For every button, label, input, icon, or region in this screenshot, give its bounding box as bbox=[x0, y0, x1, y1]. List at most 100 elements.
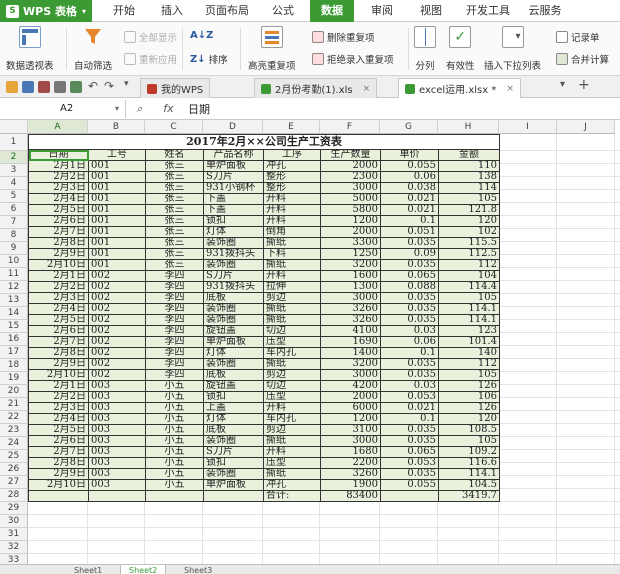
table-cell[interactable]: 2月8日 bbox=[28, 457, 89, 469]
table-cell[interactable]: 小五 bbox=[145, 479, 204, 491]
table-cell[interactable]: 002 bbox=[88, 358, 146, 370]
table-cell[interactable]: 114 bbox=[438, 182, 500, 194]
menu-tab[interactable]: 插入 bbox=[152, 0, 192, 22]
table-cell[interactable]: 002 bbox=[88, 292, 146, 304]
table-cell[interactable]: 0.021 bbox=[380, 402, 439, 414]
table-cell[interactable]: 小五 bbox=[145, 402, 204, 414]
column-title-cell[interactable]: 金额 bbox=[438, 149, 500, 161]
table-cell[interactable]: 2月3日 bbox=[28, 182, 89, 194]
table-cell[interactable]: 小五 bbox=[145, 380, 204, 392]
table-cell[interactable]: 2月10日 bbox=[28, 259, 89, 271]
table-cell[interactable]: 2300 bbox=[320, 171, 381, 183]
text-to-columns-button[interactable]: 分列 bbox=[414, 26, 436, 72]
table-cell[interactable]: 2000 bbox=[320, 226, 381, 238]
table-cell[interactable]: 底板 bbox=[203, 292, 264, 304]
column-header[interactable]: J bbox=[557, 120, 615, 134]
table-cell[interactable]: 001 bbox=[88, 215, 146, 227]
table-cell[interactable]: 5800 bbox=[320, 204, 381, 216]
table-cell[interactable]: 3000 bbox=[320, 435, 381, 447]
table-cell[interactable]: 126 bbox=[438, 402, 500, 414]
table-cell[interactable]: 105 bbox=[438, 369, 500, 381]
table-cell[interactable]: 003 bbox=[88, 402, 146, 414]
table-cell[interactable]: S刀片 bbox=[203, 171, 264, 183]
table-cell[interactable]: 002 bbox=[88, 281, 146, 293]
table-cell[interactable]: 李四 bbox=[145, 336, 204, 348]
row-header[interactable]: 4 bbox=[0, 177, 28, 190]
table-cell[interactable]: 2月5日 bbox=[28, 314, 89, 326]
table-cell[interactable]: 002 bbox=[88, 270, 146, 282]
table-cell[interactable]: 106 bbox=[438, 391, 500, 403]
table-cell[interactable]: 0.053 bbox=[380, 391, 439, 403]
column-header[interactable]: I bbox=[499, 120, 557, 134]
row-header[interactable]: 28 bbox=[0, 489, 28, 502]
table-cell[interactable]: 001 bbox=[88, 248, 146, 260]
row-header[interactable]: 21 bbox=[0, 398, 28, 411]
table-cell[interactable]: 0.1 bbox=[380, 413, 439, 425]
table-cell[interactable]: 2月2日 bbox=[28, 171, 89, 183]
table-cell[interactable]: 138 bbox=[438, 171, 500, 183]
table-cell[interactable]: 002 bbox=[88, 303, 146, 315]
reapply-button[interactable]: 重新应用 bbox=[124, 52, 177, 66]
table-cell[interactable]: 0.035 bbox=[380, 237, 439, 249]
reject-duplicates-button[interactable]: 拒绝录入重复项 bbox=[312, 52, 394, 66]
table-cell[interactable]: 0.038 bbox=[380, 182, 439, 194]
table-cell[interactable]: 张三 bbox=[145, 182, 204, 194]
table-cell[interactable]: 2月6日 bbox=[28, 215, 89, 227]
table-cell[interactable]: 单炉面板 bbox=[203, 160, 264, 172]
row-header[interactable]: 6 bbox=[0, 203, 28, 216]
table-cell[interactable]: 开料 bbox=[263, 193, 321, 205]
table-cell[interactable]: 撕纸 bbox=[263, 358, 321, 370]
insert-dropdown-button[interactable]: ▾ 插入下拉列表 bbox=[484, 26, 541, 72]
table-cell[interactable]: 3260 bbox=[320, 468, 381, 480]
column-title-cell[interactable]: 工号 bbox=[88, 149, 146, 161]
row-header[interactable]: 19 bbox=[0, 372, 28, 385]
row-header[interactable]: 17 bbox=[0, 346, 28, 359]
row-header[interactable]: 24 bbox=[0, 437, 28, 450]
table-cell[interactable]: 装饰圈 bbox=[203, 358, 264, 370]
app-menu-button[interactable]: S WPS 表格 ▾ bbox=[0, 0, 92, 22]
sheet-title[interactable]: 2017年2月××公司生产工资表 bbox=[28, 134, 500, 150]
total-amount-cell[interactable]: 3419.7 bbox=[438, 490, 500, 502]
table-cell[interactable]: 002 bbox=[88, 314, 146, 326]
table-cell[interactable]: 整形 bbox=[263, 182, 321, 194]
table-cell[interactable]: 2月1日 bbox=[28, 270, 89, 282]
table-cell[interactable]: 撕纸 bbox=[263, 303, 321, 315]
table-cell[interactable]: 张三 bbox=[145, 171, 204, 183]
table-cell[interactable]: 2月4日 bbox=[28, 413, 89, 425]
record-form-button[interactable]: 记录单 bbox=[556, 30, 600, 44]
autofilter-button[interactable]: 自动筛选 bbox=[74, 26, 112, 72]
document-tab[interactable]: 2月份考勤(1).xls × bbox=[254, 78, 378, 98]
table-cell[interactable]: 1690 bbox=[320, 336, 381, 348]
table-cell[interactable]: 张三 bbox=[145, 248, 204, 260]
column-header[interactable]: C bbox=[145, 120, 203, 134]
table-cell[interactable]: 冲孔 bbox=[263, 160, 321, 172]
column-header[interactable]: H bbox=[438, 120, 499, 134]
row-header[interactable]: 14 bbox=[0, 307, 28, 320]
total-quantity-cell[interactable]: 83400 bbox=[320, 490, 381, 502]
table-cell[interactable]: 2月3日 bbox=[28, 402, 89, 414]
table-cell[interactable]: 001 bbox=[88, 226, 146, 238]
table-cell[interactable]: 旋钮盖 bbox=[203, 325, 264, 337]
close-icon[interactable]: × bbox=[506, 84, 514, 94]
table-cell[interactable]: 114.1 bbox=[438, 303, 500, 315]
table-cell[interactable]: 开料 bbox=[263, 446, 321, 458]
table-cell[interactable] bbox=[380, 490, 439, 502]
table-cell[interactable]: 105 bbox=[438, 193, 500, 205]
table-cell[interactable]: 3260 bbox=[320, 303, 381, 315]
menu-tab[interactable]: 审阅 bbox=[362, 0, 402, 22]
table-cell[interactable]: 2月10日 bbox=[28, 479, 89, 491]
table-cell[interactable]: 931拨抖头 bbox=[203, 281, 264, 293]
table-cell[interactable]: 切边 bbox=[263, 325, 321, 337]
table-cell[interactable]: 2月6日 bbox=[28, 325, 89, 337]
menu-tab[interactable]: 视图 bbox=[410, 0, 452, 22]
table-cell[interactable]: 1200 bbox=[320, 413, 381, 425]
table-cell[interactable]: 003 bbox=[88, 457, 146, 469]
table-cell[interactable]: 车内孔 bbox=[263, 347, 321, 359]
row-header[interactable]: 27 bbox=[0, 476, 28, 489]
table-cell[interactable]: 旋钮盖 bbox=[203, 380, 264, 392]
table-cell[interactable]: 装饰圈 bbox=[203, 435, 264, 447]
table-cell[interactable]: 120 bbox=[438, 215, 500, 227]
table-cell[interactable]: 切边 bbox=[263, 380, 321, 392]
table-cell[interactable]: 李四 bbox=[145, 303, 204, 315]
table-cell[interactable]: 2月10日 bbox=[28, 369, 89, 381]
